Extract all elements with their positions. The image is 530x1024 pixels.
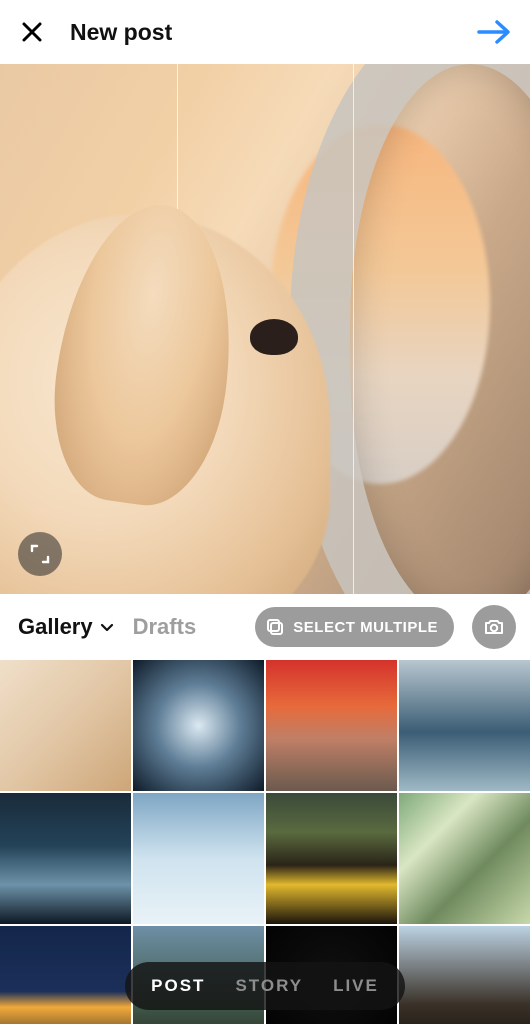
gallery-source-dropdown[interactable]: Gallery: [18, 614, 115, 640]
preview-art: [250, 319, 298, 355]
close-icon: [20, 20, 44, 44]
gallery-thumb[interactable]: [399, 926, 530, 1024]
header: New post: [0, 0, 530, 64]
mode-story[interactable]: STORY: [235, 976, 303, 996]
open-camera-button[interactable]: [472, 605, 516, 649]
mode-post[interactable]: POST: [151, 976, 205, 996]
gallery-thumb[interactable]: [399, 793, 530, 924]
gallery-thumb[interactable]: [0, 660, 131, 791]
gallery-thumb[interactable]: [0, 926, 131, 1024]
mode-pill: POST STORY LIVE: [125, 962, 405, 1010]
source-bar: Gallery Drafts SELECT MULTIPLE: [0, 594, 530, 660]
crop-resize-button[interactable]: [18, 532, 62, 576]
gallery-thumb[interactable]: [133, 660, 264, 791]
stack-icon: [265, 617, 285, 637]
camera-icon: [483, 616, 505, 638]
chevron-down-icon: [99, 619, 115, 635]
gallery-thumb[interactable]: [266, 660, 397, 791]
page-title: New post: [70, 19, 476, 46]
gallery-thumb[interactable]: [133, 793, 264, 924]
mode-live[interactable]: LIVE: [333, 976, 379, 996]
select-multiple-label: SELECT MULTIPLE: [293, 619, 438, 636]
arrow-right-icon: [477, 19, 511, 45]
selected-preview[interactable]: [0, 64, 530, 594]
gallery-thumb[interactable]: [0, 793, 131, 924]
gallery-label: Gallery: [18, 614, 93, 640]
next-button[interactable]: [476, 14, 512, 50]
select-multiple-button[interactable]: SELECT MULTIPLE: [255, 607, 454, 647]
drafts-tab[interactable]: Drafts: [133, 614, 197, 640]
gallery-thumb[interactable]: [399, 660, 530, 791]
gallery-thumb[interactable]: [266, 793, 397, 924]
close-button[interactable]: [18, 18, 46, 46]
expand-icon: [30, 544, 50, 564]
